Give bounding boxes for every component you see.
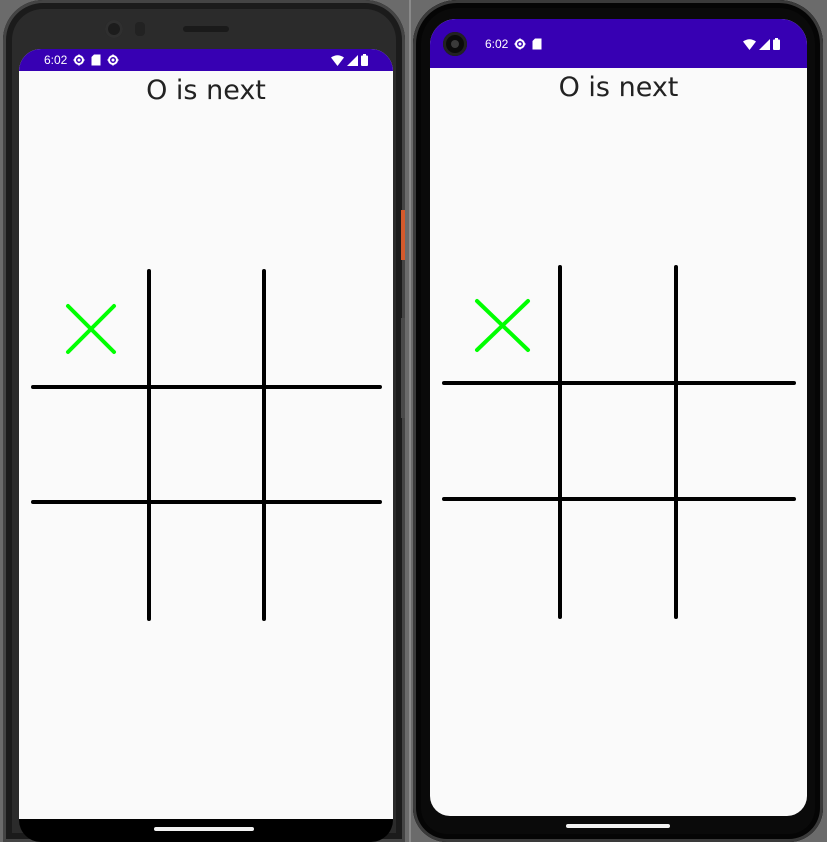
game-status-text: O is next <box>558 72 679 103</box>
status-bar: 6:02 <box>19 49 393 71</box>
left-screen: 6:02 O is next <box>19 49 393 819</box>
signal-icon <box>759 38 770 50</box>
status-bar: 6:02 <box>430 19 807 68</box>
status-time: 6:02 <box>485 37 509 51</box>
left-phone-frame: 6:02 O is next <box>3 0 405 842</box>
home-gesture-bar[interactable] <box>566 824 670 828</box>
right-screen: 6:02 O is next <box>430 19 807 816</box>
earpiece-speaker <box>183 26 229 32</box>
tic-tac-toe-board[interactable] <box>442 265 796 619</box>
board-cell-0[interactable] <box>442 265 558 381</box>
device-divider <box>409 0 411 842</box>
battery-icon <box>361 54 368 66</box>
status-left-group: 6:02 <box>485 37 542 51</box>
status-right-group <box>743 38 780 50</box>
tic-tac-toe-board[interactable] <box>31 269 382 621</box>
game-status-text: O is next <box>146 75 266 106</box>
front-camera-icon <box>105 20 123 38</box>
board-cell-0[interactable] <box>31 269 147 385</box>
battery-icon <box>773 38 780 50</box>
settings-icon <box>107 54 119 66</box>
status-left-group: 6:02 <box>44 53 119 67</box>
sd-card-icon <box>532 38 542 50</box>
settings-icon <box>73 54 85 66</box>
status-right-group <box>331 54 368 66</box>
settings-icon <box>514 38 526 50</box>
home-gesture-bar[interactable] <box>154 827 254 831</box>
sensor-icon <box>135 22 145 36</box>
wifi-icon <box>743 38 756 50</box>
right-phone-frame: 6:02 O is next <box>413 0 823 842</box>
punch-hole-camera-icon <box>443 32 467 56</box>
sd-card-icon <box>91 54 101 66</box>
status-time: 6:02 <box>44 53 68 67</box>
wifi-icon <box>331 54 344 66</box>
power-button <box>401 210 405 260</box>
signal-icon <box>347 54 358 66</box>
volume-button <box>401 318 405 418</box>
